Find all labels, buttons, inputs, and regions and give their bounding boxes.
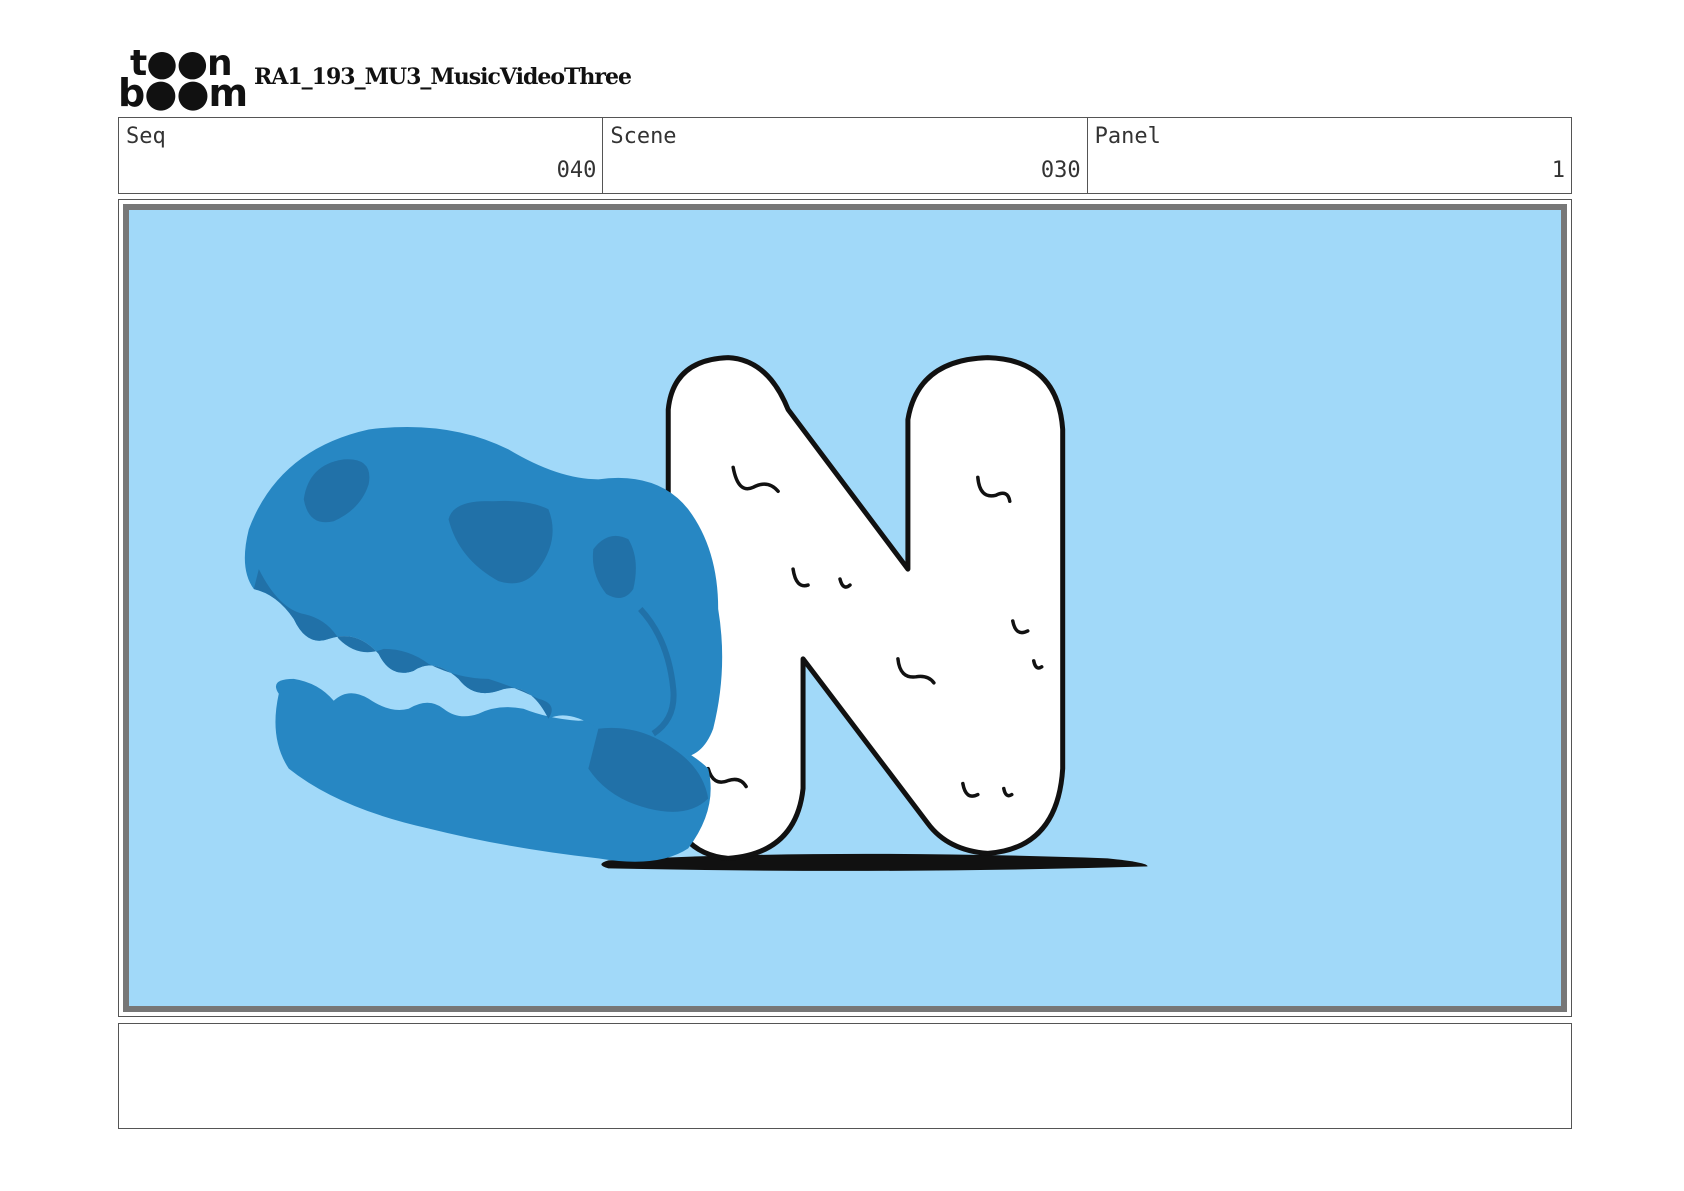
panel-value: 1 xyxy=(1551,158,1565,183)
scene-value: 030 xyxy=(1040,158,1081,183)
seq-value: 040 xyxy=(556,158,597,183)
panel-cell: Panel 1 xyxy=(1088,118,1571,193)
dinosaur-skull xyxy=(244,426,723,862)
toon-boom-logo: t●●n b●●m xyxy=(118,46,248,113)
panel-image-area xyxy=(123,204,1567,1012)
letter-n-shape xyxy=(665,355,1066,861)
seq-label: Seq xyxy=(126,124,166,149)
panel-label: Panel xyxy=(1094,124,1161,149)
logo-line-2: b●●m xyxy=(118,71,248,115)
scene-cell: Scene 030 xyxy=(603,118,1088,193)
project-title: RA1_193_MU3_MusicVideoThree xyxy=(254,64,632,90)
scene-label: Scene xyxy=(610,124,677,149)
storyboard-panel xyxy=(118,199,1572,1017)
seq-cell: Seq 040 xyxy=(119,118,604,193)
panel-artwork xyxy=(244,355,1148,871)
ground-shadow xyxy=(601,853,1148,871)
panel-info-row: Seq 040 Scene 030 Panel 1 xyxy=(118,117,1572,194)
panel-notes-box xyxy=(118,1023,1572,1129)
